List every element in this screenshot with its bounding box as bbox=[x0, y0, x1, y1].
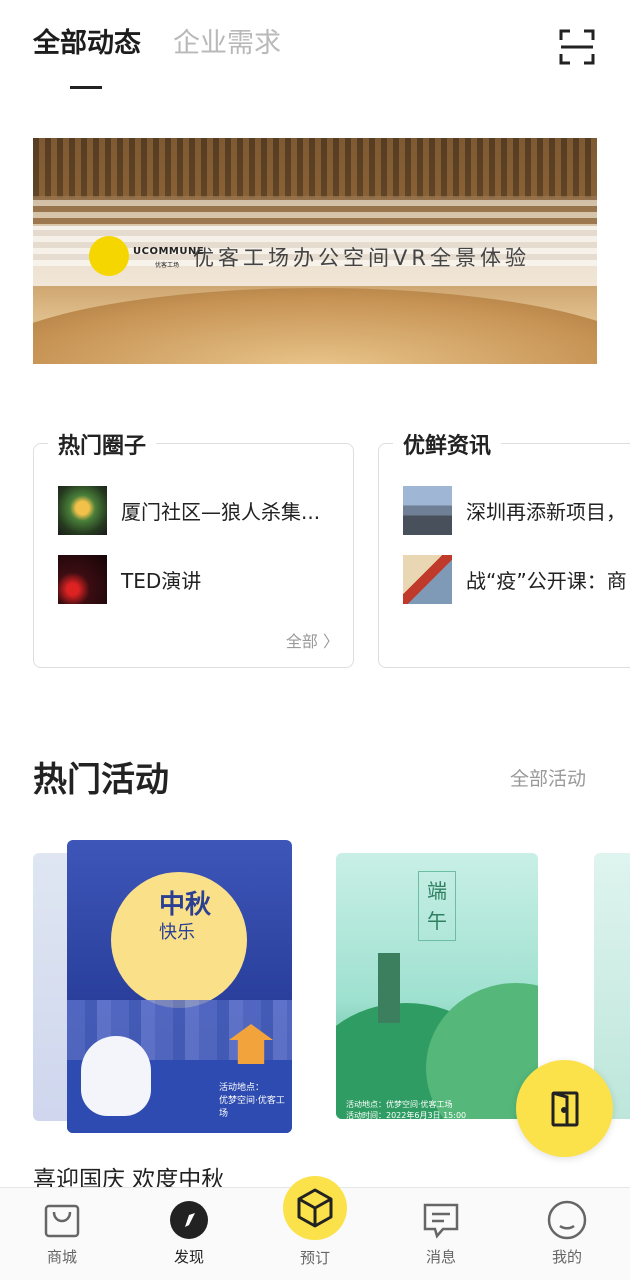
nav-label: 商城 bbox=[46, 1248, 77, 1266]
poster-info-line: 优梦空间·优客工场 bbox=[219, 1096, 285, 1119]
door-button[interactable] bbox=[516, 1060, 613, 1157]
news-thumbnail bbox=[403, 486, 452, 535]
nav-item-booking[interactable] bbox=[283, 1176, 347, 1240]
rabbit-illustration bbox=[81, 1036, 151, 1116]
banner-logo-sub: 优客工场 bbox=[155, 262, 180, 269]
hot-circles-card: 热门圈子 厦门社区—狼人杀集... TED演讲 全部 〉 bbox=[33, 428, 354, 668]
list-item[interactable]: 战“疫”公开课：商 bbox=[403, 555, 627, 604]
poster-title: 中秋 bbox=[159, 890, 212, 920]
list-item[interactable]: 深圳再添新项目， bbox=[403, 486, 626, 535]
poster-info-line: 活动地点： bbox=[219, 1083, 265, 1093]
banner-title: 优客工场办公空间VR全景体验 bbox=[193, 246, 530, 270]
poster-subtitle: 快乐 bbox=[159, 922, 195, 943]
poster-title: 端午 bbox=[418, 871, 456, 941]
pagoda-illustration bbox=[378, 953, 400, 1023]
tab-underline bbox=[70, 86, 102, 89]
list-item[interactable]: 厦门社区—狼人杀集... bbox=[58, 486, 320, 535]
poster-info-line: 活动地点：优梦空间·优客工场 bbox=[346, 1100, 453, 1109]
nav-label: 消息 bbox=[425, 1248, 456, 1266]
event-poster-mid-autumn[interactable]: 中秋 快乐 活动地点： 优梦空间·优客工场 bbox=[67, 840, 292, 1133]
poster-info: 活动地点：优梦空间·优客工场 活动时间：2022年6月3日 15:00 bbox=[346, 1099, 466, 1119]
tab-all-activity[interactable]: 全部动态 bbox=[33, 26, 141, 62]
smile-profile-icon bbox=[547, 1200, 587, 1240]
circle-name: TED演讲 bbox=[121, 569, 202, 593]
door-icon bbox=[551, 1091, 578, 1126]
all-circles-link[interactable]: 全部 〉 bbox=[286, 628, 339, 652]
nav-item-profile[interactable]: 我的 bbox=[527, 1200, 607, 1267]
vr-banner[interactable]: UCOMMUNE 优客工场 优客工场办公空间VR全景体验 bbox=[33, 138, 597, 364]
banner-floor bbox=[33, 288, 597, 364]
shopping-bag-icon bbox=[42, 1200, 82, 1240]
nav-item-messages[interactable]: 消息 bbox=[401, 1200, 481, 1267]
event-poster-dragon-boat[interactable]: 端午 活动地点：优梦空间·优客工场 活动时间：2022年6月3日 15:00 bbox=[336, 853, 538, 1119]
poster-info: 活动地点： 优梦空间·优客工场 bbox=[219, 1082, 292, 1121]
news-headline: 战“疫”公开课：商 bbox=[466, 569, 627, 593]
news-card: 优鲜资讯 深圳再添新项目， 战“疫”公开课：商 bbox=[378, 428, 630, 668]
hot-circles-title: 热门圈子 bbox=[48, 428, 157, 460]
list-item[interactable]: TED演讲 bbox=[58, 555, 201, 604]
nav-item-discover[interactable]: 发现 bbox=[149, 1200, 229, 1267]
ucommune-logo bbox=[89, 236, 129, 276]
message-icon bbox=[421, 1200, 461, 1240]
hot-events-title: 热门活动 bbox=[33, 760, 169, 800]
scan-icon[interactable] bbox=[558, 28, 596, 66]
tab-enterprise-demand[interactable]: 企业需求 bbox=[173, 26, 281, 62]
circle-thumbnail bbox=[58, 555, 107, 604]
banner-ceiling bbox=[33, 138, 597, 198]
top-tabs: 全部动态 企业需求 bbox=[33, 26, 281, 62]
news-thumbnail bbox=[403, 555, 452, 604]
nav-label-booking: 预订 bbox=[299, 1249, 330, 1267]
cube-icon bbox=[297, 1188, 333, 1228]
news-headline: 深圳再添新项目， bbox=[466, 500, 626, 524]
all-events-link[interactable]: 全部活动 bbox=[510, 764, 586, 791]
poster-info-line: 活动时间：2022年6月3日 15:00 bbox=[346, 1111, 467, 1119]
compass-icon bbox=[169, 1200, 209, 1240]
nav-item-mall[interactable]: 商城 bbox=[22, 1200, 102, 1267]
news-title: 优鲜资讯 bbox=[393, 428, 502, 460]
nav-label: 我的 bbox=[551, 1248, 582, 1266]
nav-label: 发现 bbox=[173, 1248, 204, 1266]
circle-thumbnail bbox=[58, 486, 107, 535]
circle-name: 厦门社区—狼人杀集... bbox=[121, 500, 321, 524]
